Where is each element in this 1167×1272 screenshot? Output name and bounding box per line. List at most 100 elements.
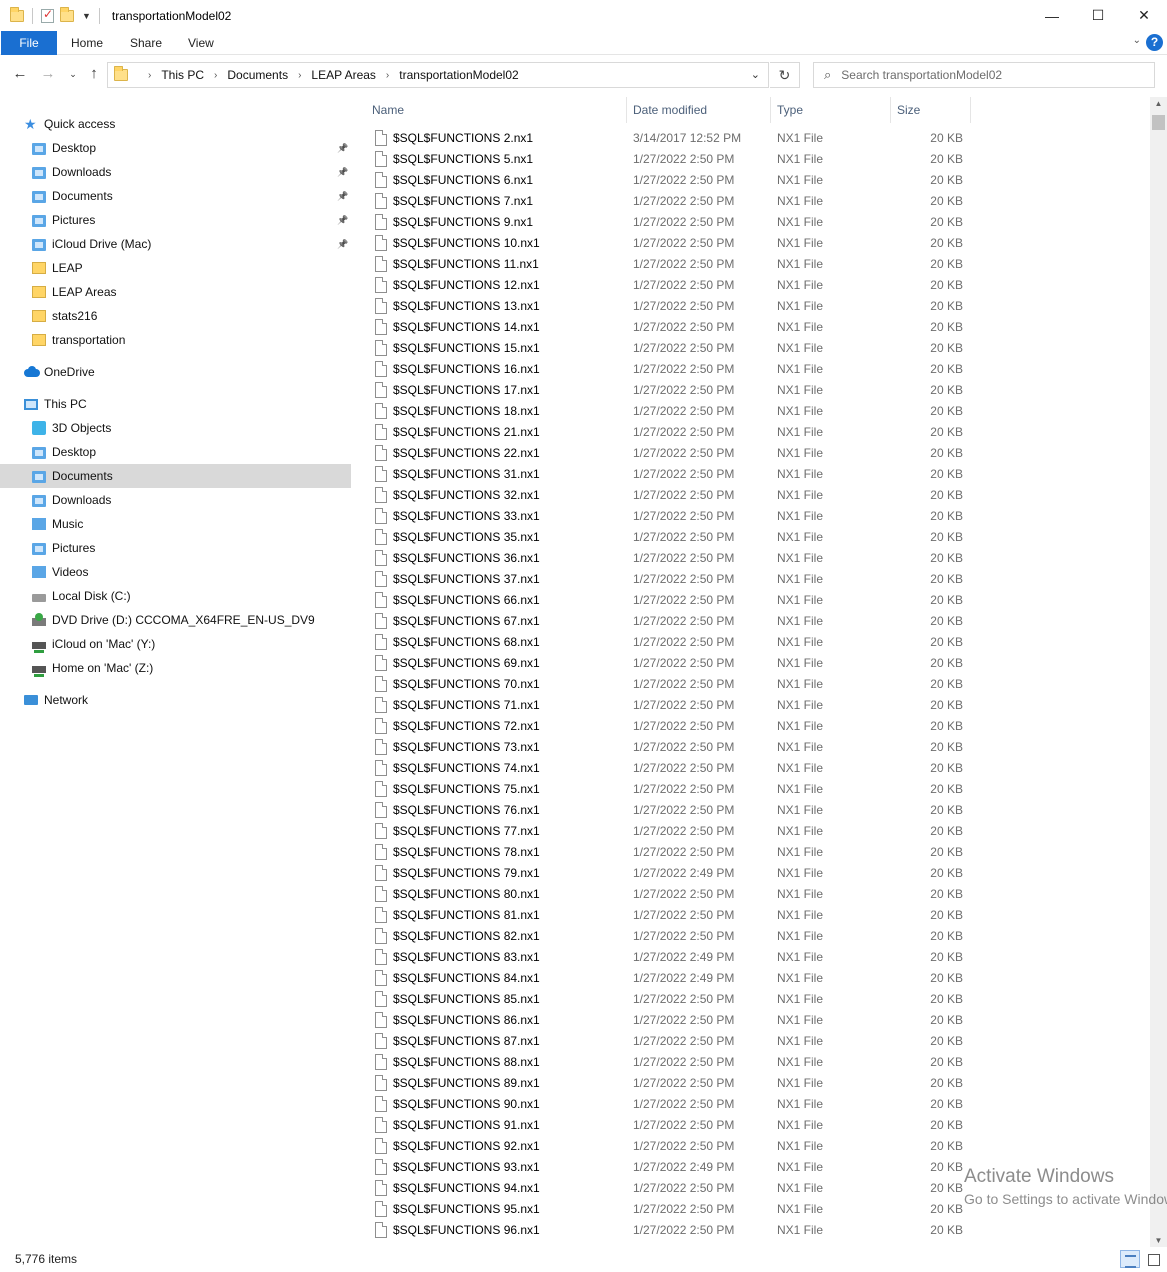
vertical-scrollbar[interactable]: ▲ ▼ <box>1150 97 1167 1247</box>
help-icon[interactable]: ? <box>1146 34 1163 51</box>
file-row[interactable]: $SQL$FUNCTIONS 69.nx1 1/27/2022 2:50 PM NX… <box>363 653 973 674</box>
properties-icon[interactable] <box>41 7 54 23</box>
pane-divider[interactable] <box>352 99 353 1247</box>
pin-icon[interactable]: 📌 <box>337 184 348 208</box>
file-row[interactable]: $SQL$FUNCTIONS 83.nx1 1/27/2022 2:49 PM NX… <box>363 947 973 968</box>
column-header-size[interactable]: Size <box>897 97 920 123</box>
file-row[interactable]: $SQL$FUNCTIONS 76.nx1 1/27/2022 2:50 PM NX… <box>363 800 973 821</box>
file-row[interactable]: $SQL$FUNCTIONS 2.nx1 3/14/2017 12:52 PM NX… <box>363 128 973 149</box>
file-row[interactable]: $SQL$FUNCTIONS 84.nx1 1/27/2022 2:49 PM NX… <box>363 968 973 989</box>
scrollbar-thumb[interactable] <box>1152 115 1165 130</box>
file-row[interactable]: $SQL$FUNCTIONS 36.nx1 1/27/2022 2:50 PM NX… <box>363 548 973 569</box>
sidebar-item-pictures[interactable]: Pictures 📌 <box>0 208 351 232</box>
file-row[interactable]: $SQL$FUNCTIONS 77.nx1 1/27/2022 2:50 PM NX… <box>363 821 973 842</box>
breadcrumb-current-folder[interactable]: transportationModel02 <box>399 68 518 82</box>
sidebar-item-pictures[interactable]: Pictures <box>0 536 351 560</box>
tab-view[interactable]: View <box>188 31 214 55</box>
file-row[interactable]: $SQL$FUNCTIONS 32.nx1 1/27/2022 2:50 PM NX… <box>363 485 973 506</box>
sidebar-item-onedrive[interactable]: OneDrive <box>0 360 351 384</box>
new-folder-icon[interactable] <box>60 6 74 22</box>
file-row[interactable]: $SQL$FUNCTIONS 37.nx1 1/27/2022 2:50 PM NX… <box>363 569 973 590</box>
file-row[interactable]: $SQL$FUNCTIONS 16.nx1 1/27/2022 2:50 PM NX… <box>363 359 973 380</box>
sidebar-item-leap[interactable]: LEAP <box>0 256 351 280</box>
refresh-button[interactable]: ↻ <box>770 62 800 88</box>
pin-icon[interactable]: 📌 <box>337 232 348 256</box>
sidebar-item-quick-access[interactable]: ★ Quick access <box>0 112 351 136</box>
column-header-date-modified[interactable]: Date modified <box>633 97 707 123</box>
file-row[interactable]: $SQL$FUNCTIONS 13.nx1 1/27/2022 2:50 PM NX… <box>363 296 973 317</box>
file-row[interactable]: $SQL$FUNCTIONS 22.nx1 1/27/2022 2:50 PM NX… <box>363 443 973 464</box>
file-row[interactable]: $SQL$FUNCTIONS 89.nx1 1/27/2022 2:50 PM NX… <box>363 1073 973 1094</box>
file-row[interactable]: $SQL$FUNCTIONS 91.nx1 1/27/2022 2:50 PM NX… <box>363 1115 973 1136</box>
file-row[interactable]: $SQL$FUNCTIONS 82.nx1 1/27/2022 2:50 PM NX… <box>363 926 973 947</box>
file-row[interactable]: $SQL$FUNCTIONS 85.nx1 1/27/2022 2:50 PM NX… <box>363 989 973 1010</box>
file-row[interactable]: $SQL$FUNCTIONS 9.nx1 1/27/2022 2:50 PM NX1… <box>363 212 973 233</box>
breadcrumb-separator-icon[interactable]: › <box>386 70 389 81</box>
file-row[interactable]: $SQL$FUNCTIONS 12.nx1 1/27/2022 2:50 PM NX… <box>363 275 973 296</box>
search-box[interactable]: ⌕ <box>813 62 1155 88</box>
column-header-type[interactable]: Type <box>777 97 803 123</box>
file-row[interactable]: $SQL$FUNCTIONS 75.nx1 1/27/2022 2:50 PM NX… <box>363 779 973 800</box>
column-header-name[interactable]: Name <box>372 97 404 123</box>
address-history-dropdown-icon[interactable]: ⌄ <box>751 68 760 81</box>
column-divider[interactable] <box>970 97 971 123</box>
file-row[interactable]: $SQL$FUNCTIONS 15.nx1 1/27/2022 2:50 PM NX… <box>363 338 973 359</box>
close-button[interactable]: ✕ <box>1121 0 1167 31</box>
column-divider[interactable] <box>890 97 891 123</box>
sidebar-item-documents[interactable]: Documents 📌 <box>0 184 351 208</box>
sidebar-item-dvd-drive-d-cccoma-x64fre-en-us-dv9[interactable]: DVD Drive (D:) CCCOMA_X64FRE_EN-US_DV9 <box>0 608 351 632</box>
file-row[interactable]: $SQL$FUNCTIONS 21.nx1 1/27/2022 2:50 PM NX… <box>363 422 973 443</box>
sidebar-item-leap-areas[interactable]: LEAP Areas <box>0 280 351 304</box>
sidebar-item-icloud-on-mac-y[interactable]: iCloud on 'Mac' (Y:) <box>0 632 351 656</box>
file-row[interactable]: $SQL$FUNCTIONS 93.nx1 1/27/2022 2:49 PM NX… <box>363 1157 973 1178</box>
column-divider[interactable] <box>626 97 627 123</box>
sidebar-item-desktop[interactable]: Desktop <box>0 440 351 464</box>
file-row[interactable]: $SQL$FUNCTIONS 88.nx1 1/27/2022 2:50 PM NX… <box>363 1052 973 1073</box>
file-row[interactable]: $SQL$FUNCTIONS 66.nx1 1/27/2022 2:50 PM NX… <box>363 590 973 611</box>
file-row[interactable]: $SQL$FUNCTIONS 18.nx1 1/27/2022 2:50 PM NX… <box>363 401 973 422</box>
pin-icon[interactable]: 📌 <box>337 136 348 160</box>
file-row[interactable]: $SQL$FUNCTIONS 72.nx1 1/27/2022 2:50 PM NX… <box>363 716 973 737</box>
file-row[interactable]: $SQL$FUNCTIONS 17.nx1 1/27/2022 2:50 PM NX… <box>363 380 973 401</box>
breadcrumb-this-pc[interactable]: This PC <box>161 68 204 82</box>
search-input[interactable] <box>841 68 1142 82</box>
breadcrumb-leap-areas[interactable]: LEAP Areas <box>311 68 376 82</box>
file-row[interactable]: $SQL$FUNCTIONS 35.nx1 1/27/2022 2:50 PM NX… <box>363 527 973 548</box>
file-row[interactable]: $SQL$FUNCTIONS 94.nx1 1/27/2022 2:50 PM NX… <box>363 1178 973 1199</box>
sidebar-item-transportation[interactable]: transportation <box>0 328 351 352</box>
sidebar-item-desktop[interactable]: Desktop 📌 <box>0 136 351 160</box>
breadcrumb-documents[interactable]: Documents <box>227 68 288 82</box>
breadcrumb-separator-icon[interactable]: › <box>214 70 217 81</box>
sidebar-item-icloud-drive-mac[interactable]: iCloud Drive (Mac) 📌 <box>0 232 351 256</box>
sidebar-item-network[interactable]: Network <box>0 688 351 712</box>
file-row[interactable]: $SQL$FUNCTIONS 95.nx1 1/27/2022 2:50 PM NX… <box>363 1199 973 1220</box>
recent-locations-dropdown-icon[interactable]: ⌄ <box>63 64 83 84</box>
sidebar-item-3d-objects[interactable]: 3D Objects <box>0 416 351 440</box>
file-row[interactable]: $SQL$FUNCTIONS 5.nx1 1/27/2022 2:50 PM NX1… <box>363 149 973 170</box>
tab-home[interactable]: Home <box>71 31 103 55</box>
column-divider[interactable] <box>770 97 771 123</box>
tab-share[interactable]: Share <box>130 31 162 55</box>
file-row[interactable]: $SQL$FUNCTIONS 10.nx1 1/27/2022 2:50 PM NX… <box>363 233 973 254</box>
sidebar-item-videos[interactable]: Videos <box>0 560 351 584</box>
sidebar-item-home-on-mac-z[interactable]: Home on 'Mac' (Z:) <box>0 656 351 680</box>
file-row[interactable]: $SQL$FUNCTIONS 14.nx1 1/27/2022 2:50 PM NX… <box>363 317 973 338</box>
file-row[interactable]: $SQL$FUNCTIONS 96.nx1 1/27/2022 2:50 PM NX… <box>363 1220 973 1241</box>
file-row[interactable]: $SQL$FUNCTIONS 70.nx1 1/27/2022 2:50 PM NX… <box>363 674 973 695</box>
breadcrumb-separator-icon[interactable]: › <box>148 70 151 81</box>
maximize-button[interactable]: ☐ <box>1075 0 1121 31</box>
up-button[interactable]: ↑ <box>84 64 104 84</box>
forward-button[interactable]: → <box>38 64 58 84</box>
sidebar-item-downloads[interactable]: Downloads 📌 <box>0 160 351 184</box>
file-row[interactable]: $SQL$FUNCTIONS 71.nx1 1/27/2022 2:50 PM NX… <box>363 695 973 716</box>
file-row[interactable]: $SQL$FUNCTIONS 11.nx1 1/27/2022 2:50 PM NX… <box>363 254 973 275</box>
file-row[interactable]: $SQL$FUNCTIONS 87.nx1 1/27/2022 2:50 PM NX… <box>363 1031 973 1052</box>
tab-file[interactable]: File <box>1 31 57 55</box>
file-row[interactable]: $SQL$FUNCTIONS 86.nx1 1/27/2022 2:50 PM NX… <box>363 1010 973 1031</box>
scroll-down-icon[interactable]: ▼ <box>1150 1236 1167 1245</box>
sidebar-item-downloads[interactable]: Downloads <box>0 488 351 512</box>
expand-ribbon-icon[interactable]: ⌄ <box>1133 35 1141 46</box>
file-row[interactable]: $SQL$FUNCTIONS 79.nx1 1/27/2022 2:49 PM NX… <box>363 863 973 884</box>
file-row[interactable]: $SQL$FUNCTIONS 80.nx1 1/27/2022 2:50 PM NX… <box>363 884 973 905</box>
customize-toolbar-dropdown-icon[interactable]: ▼ <box>82 11 91 21</box>
